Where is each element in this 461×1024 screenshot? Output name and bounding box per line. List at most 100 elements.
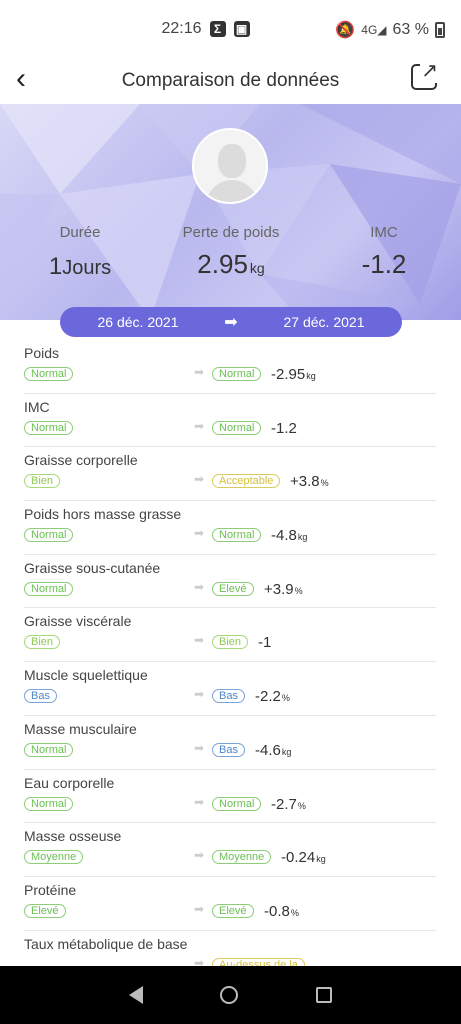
change-value: -2.95 — [271, 366, 306, 383]
change-unit: % — [281, 693, 290, 704]
page-title: Comparaison de données — [121, 70, 340, 91]
app-bar: ‹ Comparaison de données — [0, 58, 461, 104]
share-export-icon[interactable] — [411, 58, 439, 90]
change-unit: kg — [297, 532, 308, 543]
weight-loss-label: Perte de poids — [182, 224, 280, 241]
status-badge-after: Normal — [212, 796, 262, 811]
arrow-right-icon: ➡ — [194, 472, 205, 487]
battery-percent: 63 % — [392, 21, 429, 38]
comparison-row[interactable]: Masse musculaire Normal ➡ Bas -4.6kg — [24, 716, 436, 770]
comparison-row[interactable]: Muscle squelettique Bas ➡ Bas -2.2% — [24, 662, 436, 716]
change-value: -1.2 — [271, 419, 297, 437]
change-unit: % — [290, 907, 299, 918]
arrow-right-icon: ➡ — [194, 579, 205, 594]
duration-unit: Jours — [62, 257, 112, 279]
duration-label: Durée — [59, 224, 101, 241]
comparison-row[interactable]: Masse osseuse Moyenne ➡ Moyenne -0.24kg — [24, 823, 436, 877]
comparison-row[interactable]: Graisse corporelle Bien ➡ Acceptable +3.8% — [24, 447, 436, 502]
metric-name: Eau corporelle — [24, 774, 115, 791]
comparison-row[interactable]: Graisse viscérale Bien ➡ Bien -1 — [24, 608, 436, 663]
date-range-bar[interactable]: 26 déc. 2021 ➡ 27 déc. 2021 — [60, 307, 402, 337]
battery-icon — [435, 22, 445, 38]
change-unit: % — [320, 478, 329, 489]
arrow-right-icon: ➡ — [224, 314, 238, 331]
status-left-group: 22:16 Σ ▣ — [161, 20, 250, 38]
nav-home-icon[interactable] — [220, 986, 239, 1004]
status-badge-before: Normal — [24, 581, 74, 596]
status-badge-before: Normal — [24, 796, 74, 811]
date-to: 27 déc. 2021 — [283, 314, 365, 330]
arrow-right-icon: ➡ — [194, 687, 205, 702]
status-badge-before: Normal — [24, 420, 74, 435]
metric-change: -2.95kg — [271, 366, 316, 383]
nav-back-icon[interactable] — [128, 986, 143, 1004]
change-value: -2.2 — [255, 688, 281, 706]
arrow-right-icon: ➡ — [194, 794, 205, 809]
status-badge-after: Bien — [212, 635, 249, 650]
change-value: -2.7 — [271, 795, 297, 813]
metric-name: Taux métabolique de base — [24, 935, 188, 952]
arrow-right-icon: ➡ — [194, 740, 205, 755]
change-unit: kg — [316, 854, 326, 865]
change-unit: % — [297, 800, 306, 811]
comparison-row[interactable]: Poids hors masse grasse Normal ➡ Normal -4.8… — [24, 501, 436, 555]
comparison-row[interactable]: Eau corporelle Normal ➡ Normal -2.7% — [24, 770, 436, 824]
avatar-body-shape — [206, 180, 258, 202]
arrow-right-icon: ➡ — [194, 901, 205, 916]
comparison-row[interactable]: IMC Normal ➡ Normal -1.2 — [24, 394, 436, 448]
bmi-label: IMC — [370, 224, 398, 241]
status-badge-after: Normal — [212, 420, 262, 435]
bmi-stat: IMC -1.2 — [340, 224, 428, 280]
arrow-right-icon: ➡ — [194, 365, 205, 379]
metric-name: Poids hors masse grasse — [24, 506, 182, 523]
image-notification-icon: ▣ — [233, 21, 250, 37]
change-value: +3.8 — [290, 473, 320, 491]
status-badge-after: Moyenne — [212, 850, 272, 865]
weight-loss-unit: kg — [249, 260, 265, 276]
status-badge-before: Bien — [24, 635, 61, 650]
change-value: +3.9 — [264, 580, 294, 598]
change-value: -4.6 — [255, 741, 281, 759]
nav-recents-icon[interactable] — [316, 987, 333, 1003]
duration-number: 1 — [48, 253, 63, 280]
metric-name: IMC — [24, 398, 50, 415]
date-from: 26 déc. 2021 — [97, 314, 179, 330]
metric-change: +3.9% — [264, 581, 303, 598]
comparison-row[interactable]: Poids Normal ➡ Normal -2.95kg — [24, 340, 436, 394]
arrow-right-icon: ➡ — [194, 526, 205, 541]
mute-icon: 🔕 — [335, 22, 356, 39]
avatar-head-shape — [218, 144, 246, 178]
status-right-group: 🔕 4G◢ 63 % — [335, 20, 445, 40]
status-bar: 22:16 Σ ▣ 🔕 4G◢ 63 % — [0, 0, 461, 58]
metric-change: -1.2 — [271, 420, 298, 437]
metric-name: Protéine — [24, 881, 77, 898]
metric-change: +3.8% — [290, 473, 329, 490]
metric-name: Poids — [24, 345, 60, 361]
status-badge-after: Bas — [212, 689, 245, 704]
metric-name: Muscle squelettique — [24, 667, 148, 684]
metric-name: Graisse sous-cutanée — [24, 559, 161, 576]
network-label: 4G — [361, 23, 378, 37]
weight-loss-stat: Perte de poids 2.95 kg — [170, 224, 292, 280]
change-value: -0.8 — [264, 902, 290, 920]
summary-header: Durée 1Jours Perte de poids 2.95 kg IMC -… — [0, 104, 461, 320]
status-badge-after: Elevé — [212, 903, 254, 918]
metric-name: Graisse viscérale — [24, 613, 132, 630]
metric-change: -2.2% — [255, 688, 290, 705]
comparison-row[interactable]: Graisse sous-cutanée Normal ➡ Elevé +3.9% — [24, 555, 436, 609]
change-value: -0.24 — [281, 849, 316, 867]
weight-loss-number: 2.95 — [197, 249, 248, 279]
duration-stat: Durée 1Jours — [40, 224, 120, 281]
status-badge-after: Acceptable — [212, 474, 281, 489]
status-badge-before: Normal — [24, 742, 74, 757]
metric-name: Masse osseuse — [24, 828, 122, 845]
change-unit: kg — [306, 371, 316, 381]
back-arrow-icon[interactable]: ‹ — [16, 62, 52, 98]
metric-change: -4.6kg — [255, 742, 291, 759]
status-badge-after: Normal — [212, 367, 262, 381]
arrow-right-icon: ➡ — [194, 848, 205, 863]
status-badge-after: Elevé — [212, 581, 254, 596]
change-value: -1 — [258, 634, 272, 652]
status-badge-before: Normal — [24, 528, 74, 543]
comparison-row[interactable]: Protéine Elevé ➡ Elevé -0.8% — [24, 877, 436, 931]
